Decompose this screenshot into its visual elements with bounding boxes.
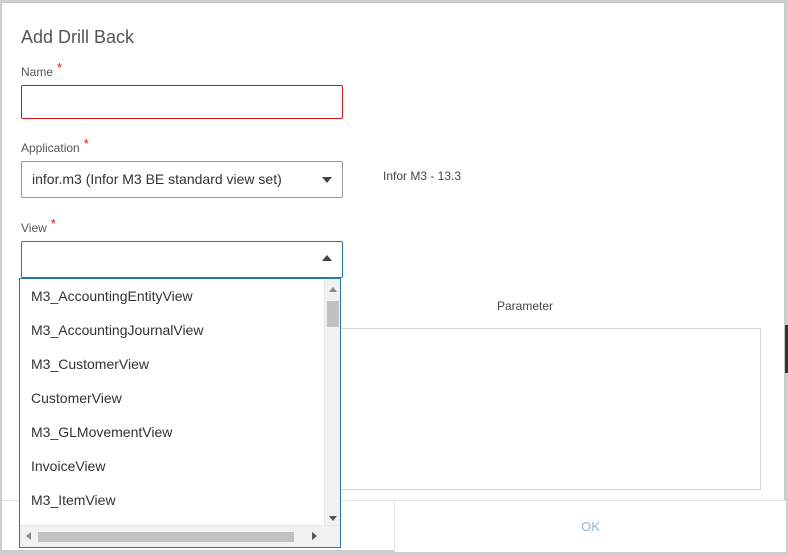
view-option[interactable]: M3_GLMovementView xyxy=(20,415,340,449)
view-option[interactable]: InvoiceView xyxy=(20,449,340,483)
view-option[interactable]: M3_ItemView xyxy=(20,483,340,517)
horizontal-scroll-thumb[interactable] xyxy=(38,532,294,542)
view-label-text: View xyxy=(21,221,47,235)
scroll-left-arrow-icon[interactable] xyxy=(26,532,31,540)
vertical-scroll-thumb[interactable] xyxy=(327,301,339,327)
view-required-mark: * xyxy=(50,216,56,231)
view-option[interactable]: M3_AccountingEntityView xyxy=(20,279,340,313)
view-option[interactable]: M3_AccountingJournalView xyxy=(20,313,340,347)
chevron-up-icon xyxy=(322,255,332,261)
application-selected-value: infor.m3 (Infor M3 BE standard view set) xyxy=(32,171,282,187)
scroll-up-arrow-icon[interactable] xyxy=(329,287,337,292)
horizontal-scrollbar[interactable] xyxy=(20,525,340,547)
application-version-text: Infor M3 - 13.3 xyxy=(383,169,462,183)
name-label-text: Name xyxy=(21,65,54,79)
name-label: Name * xyxy=(21,60,62,79)
name-input[interactable] xyxy=(21,85,343,119)
name-required-mark: * xyxy=(57,60,63,75)
chevron-down-icon xyxy=(322,177,332,183)
view-dropdown-list[interactable]: M3_AccountingEntityView M3_AccountingJou… xyxy=(19,278,341,548)
dialog-title: Add Drill Back xyxy=(21,27,135,47)
vertical-scrollbar[interactable] xyxy=(324,279,340,525)
application-label: Application * xyxy=(21,136,89,155)
scroll-down-arrow-icon[interactable] xyxy=(329,516,337,521)
view-select[interactable] xyxy=(21,241,343,278)
ok-button[interactable]: OK xyxy=(395,501,786,552)
application-required-mark: * xyxy=(83,136,89,151)
scroll-right-arrow-icon[interactable] xyxy=(312,532,317,540)
view-option[interactable]: M3_CustomerView xyxy=(20,347,340,381)
parameter-label: Parameter xyxy=(497,299,554,313)
parameter-area[interactable] xyxy=(332,328,761,490)
application-select[interactable]: infor.m3 (Infor M3 BE standard view set) xyxy=(21,161,343,198)
application-label-text: Application xyxy=(21,141,80,155)
view-label: View * xyxy=(21,216,56,235)
view-option[interactable]: CustomerView xyxy=(20,381,340,415)
